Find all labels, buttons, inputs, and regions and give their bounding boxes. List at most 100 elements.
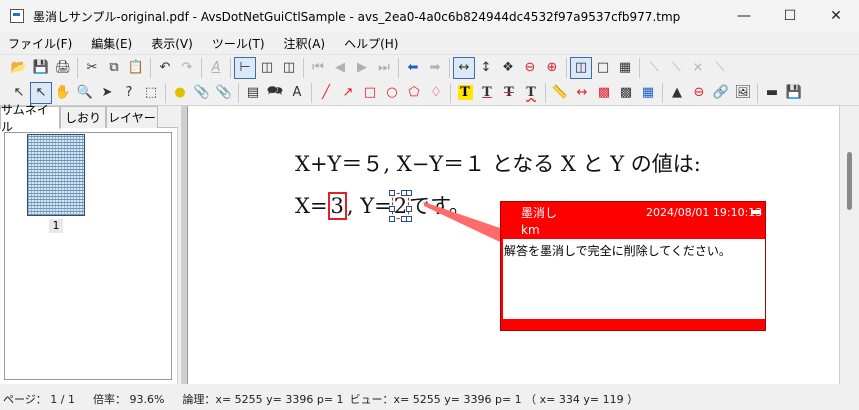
scrollbar-thumb[interactable] [847, 152, 852, 210]
squiggly-text-icon[interactable]: T [520, 82, 542, 104]
line-icon[interactable]: ╱ [315, 82, 337, 104]
full-page-view-icon[interactable]: □ [592, 57, 614, 79]
answer-middle: , Y= [346, 194, 392, 218]
menu-bar: ファイル(F) 編集(E) 表示(V) ツール(T) 注釈(A) ヘルプ(H) [0, 32, 859, 54]
fit-page-height-icon[interactable]: ↕ [475, 57, 497, 79]
sticky-note-icon[interactable]: ● [169, 82, 191, 104]
fit-page-width-icon[interactable]: ↔ [453, 56, 475, 79]
cross-line-disabled-icon[interactable]: ⨯ [687, 57, 709, 79]
main-toolbar: 📂 💾 🖨 ✂ ⧉ 📋 ↶ ↷ A ⊢ ◫ ◫ ⏮ ◀ ▶ ⏭ ⬅ ➡ ↔ ↕ … [0, 54, 859, 80]
actual-size-icon[interactable]: ❖ [497, 57, 519, 79]
callout-icon[interactable]: 🗪 [264, 82, 286, 104]
close-button[interactable]: ✕ [813, 0, 859, 32]
text-style-icon[interactable]: A [205, 57, 227, 79]
panel-tabs: サムネイル しおり レイヤー [0, 103, 178, 134]
measure-area-icon[interactable]: ▩ [593, 82, 615, 104]
save-redaction-icon[interactable]: 💾 [783, 82, 805, 104]
selected-redaction-y[interactable]: 2 [388, 190, 413, 222]
highlight-text-icon[interactable]: T [454, 82, 476, 104]
open-folder-icon[interactable]: 📂 [8, 57, 30, 79]
stamp-icon[interactable]: ▲ [666, 82, 688, 104]
continuous-page-icon[interactable]: ◫ [278, 57, 300, 79]
polyline-icon[interactable]: ♢ [425, 82, 447, 104]
line-tool-disabled-icon[interactable]: ⟍ [643, 57, 665, 79]
menu-edit[interactable]: 編集(E) [91, 35, 132, 52]
print-icon[interactable]: 🖨 [52, 57, 74, 79]
navigation-panel: サムネイル しおり レイヤー 1 [0, 103, 178, 384]
underline-text-icon[interactable]: T [476, 82, 498, 104]
grid-view-icon[interactable]: ▦ [614, 57, 636, 79]
slash-line-disabled-icon[interactable]: ⟍ [709, 57, 731, 79]
resize-handle[interactable] [388, 206, 395, 212]
save-icon[interactable]: 💾 [30, 57, 52, 79]
redaction-box-x[interactable]: 3 [327, 192, 347, 220]
answer-text: X= 3, Y=2 です。 [295, 190, 470, 222]
attachment-icon[interactable]: 📎 [213, 82, 235, 104]
zoom-select-icon[interactable]: 🔍 [74, 82, 96, 104]
marquee-select-icon[interactable]: ⬚ [140, 82, 162, 104]
two-page-icon[interactable]: ◫ [256, 57, 278, 79]
menu-view[interactable]: 表示(V) [151, 35, 193, 52]
resize-handle[interactable] [406, 190, 413, 196]
note-body[interactable]: 解答を墨消しで完全に削除してください。 [503, 239, 765, 319]
undo-icon[interactable]: ↶ [154, 57, 176, 79]
menu-tools[interactable]: ツール(T) [212, 35, 265, 52]
redaction-icon[interactable]: ▬ [761, 82, 783, 104]
tab-bookmarks[interactable]: しおり [60, 106, 106, 128]
zoom-in-icon[interactable]: ⊕ [541, 57, 563, 79]
textbox-icon[interactable]: ▤ [242, 82, 264, 104]
window-title: 墨消しサンプル-original.pdf - AvsDotNetGuiCtlSa… [33, 9, 681, 24]
polygon-icon[interactable]: ⬠ [403, 82, 425, 104]
resize-handle[interactable] [406, 206, 413, 212]
paperclip-icon[interactable]: 📎 [191, 82, 213, 104]
previous-page-icon[interactable]: ◀ [329, 57, 351, 79]
redo-icon[interactable]: ↷ [176, 57, 198, 79]
ellipse-icon[interactable]: ○ [381, 82, 403, 104]
tab-layers[interactable]: レイヤー [106, 106, 158, 128]
forward-icon[interactable]: ➡ [424, 57, 446, 79]
toolbar-separator [303, 57, 304, 78]
copy-icon[interactable]: ⧉ [103, 57, 125, 79]
arrow-tool-disabled-icon[interactable]: ⟍ [665, 57, 687, 79]
note-author: km [521, 223, 540, 237]
tab-thumbnails[interactable]: サムネイル [0, 103, 60, 134]
page-thumbnail[interactable] [27, 134, 85, 216]
strikethrough-text-icon[interactable]: T [498, 82, 520, 104]
fit-width-icon[interactable]: ⊢ [234, 56, 256, 79]
resize-handle[interactable] [406, 216, 413, 222]
help-pointer-icon[interactable]: ? [118, 82, 140, 104]
vertical-scrollbar[interactable] [840, 106, 859, 384]
resize-handle[interactable] [388, 216, 395, 222]
arrow-icon[interactable]: ↗ [337, 82, 359, 104]
resize-handle[interactable] [388, 190, 395, 196]
rectangle-icon[interactable]: □ [359, 82, 381, 104]
menu-file[interactable]: ファイル(F) [8, 35, 72, 52]
ruler-icon[interactable]: 📏 [549, 82, 571, 104]
thumbnail-list[interactable]: 1 [4, 132, 172, 380]
status-view-coords: ビュー：x= 5255 y= 3396 p= 1 （ x= 334 y= 119… [349, 393, 639, 406]
question-text: X+Y＝５, X−Y＝１ となる X と Y の値は: [295, 152, 701, 176]
back-icon[interactable]: ⬅ [402, 57, 424, 79]
single-page-view-icon[interactable]: ◫ [570, 56, 592, 79]
popup-note[interactable]: 墨消し 2024/08/01 19:10:13 km 解答を墨消しで完全に削除し… [500, 201, 766, 331]
first-page-icon[interactable]: ⏮ [307, 57, 329, 79]
maximize-button[interactable]: ☐ [767, 0, 813, 32]
measure-perimeter-icon[interactable]: ▩ [615, 82, 637, 104]
menu-help[interactable]: ヘルプ(H) [344, 35, 398, 52]
next-page-icon[interactable]: ▶ [351, 57, 373, 79]
minimize-button[interactable]: — [721, 0, 767, 32]
note-minimize-icon[interactable] [751, 210, 761, 214]
cut-icon[interactable]: ✂ [81, 57, 103, 79]
menu-annotation[interactable]: 注釈(A) [284, 35, 326, 52]
grid-icon[interactable]: ▦ [637, 82, 659, 104]
annotation-toolbar: ↖ ↖ ✋ 🔍 ➤ ? ⬚ ● 📎 📎 ▤ 🗪 A ╱ ↗ □ ○ ⬠ ♢ T … [0, 80, 859, 106]
image-icon[interactable]: 🖼 [732, 82, 754, 104]
pointer-icon[interactable]: ➤ [96, 82, 118, 104]
typewriter-icon[interactable]: A [286, 82, 308, 104]
measure-distance-icon[interactable]: ↔ [571, 82, 593, 104]
zoom-out-icon[interactable]: ⊖ [519, 57, 541, 79]
paste-icon[interactable]: 📋 [125, 57, 147, 79]
link-icon[interactable]: 🔗 [710, 82, 732, 104]
last-page-icon[interactable]: ⏭ [373, 57, 395, 79]
no-entry-icon[interactable]: ⊖ [688, 82, 710, 104]
